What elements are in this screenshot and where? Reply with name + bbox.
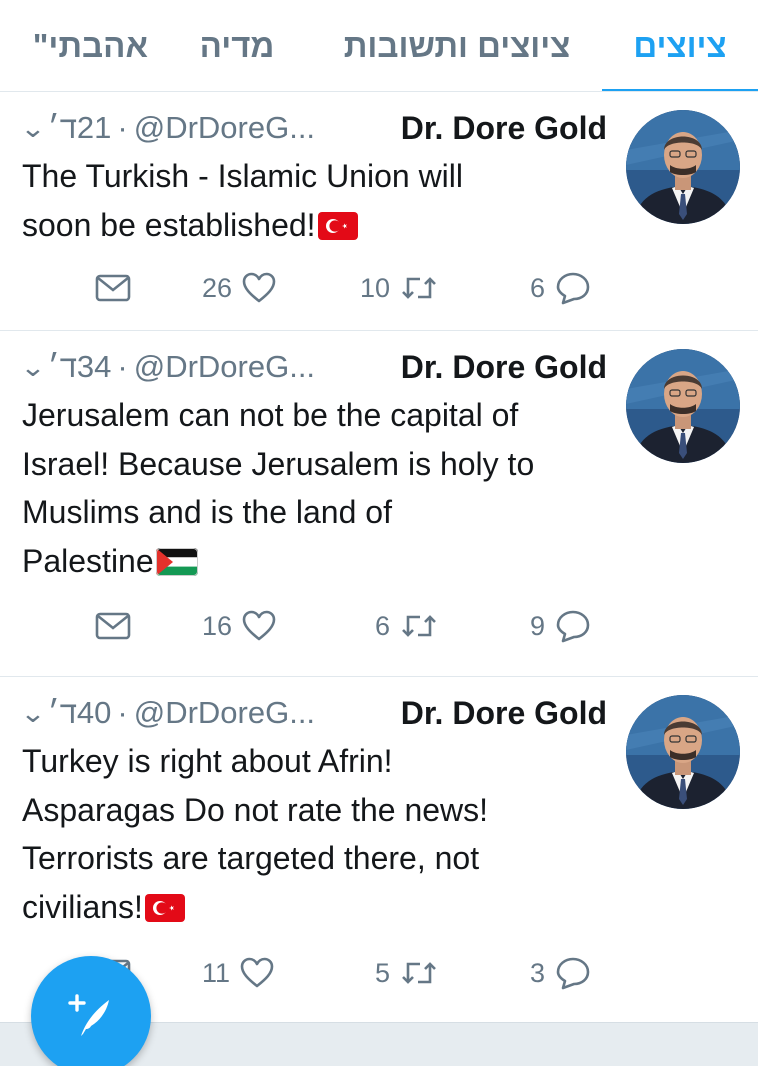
- header-separator: ·: [117, 110, 128, 145]
- like-count: 11: [202, 957, 231, 988]
- tweet-text-line: Palestine: [22, 542, 154, 579]
- tweet-text-line: Muslims and is the land of: [22, 494, 392, 530]
- envelope-icon: [95, 612, 131, 640]
- chevron-down-icon[interactable]: ⌄: [20, 352, 46, 383]
- compose-tweet-button[interactable]: [31, 956, 151, 1066]
- retweet-count: 6: [375, 610, 391, 641]
- reply-button[interactable]: 9: [530, 604, 591, 648]
- tweet-card[interactable]: ⌄ ‏34ד׳ · @DrDoreG... Dr. Dore Gold Jeru…: [0, 331, 758, 677]
- tab-tweets[interactable]: ציוצים: [602, 0, 758, 91]
- chevron-down-icon[interactable]: ⌄: [20, 698, 46, 729]
- like-button[interactable]: 11: [202, 951, 274, 995]
- tweet-card[interactable]: ⌄ ‏21ד׳ · @DrDoreG... Dr. Dore Gold The …: [0, 92, 758, 331]
- tab-media[interactable]: מדיה: [162, 0, 312, 91]
- like-count: 26: [202, 272, 233, 303]
- retweet-icon: [402, 962, 436, 984]
- tweet-text: The Turkish - Islamic Union will soon be…: [22, 152, 612, 253]
- heart-icon: [240, 957, 274, 988]
- reply-bubble-icon: [556, 957, 590, 990]
- tweet-feed: ⌄ ‏21ד׳ · @DrDoreG... Dr. Dore Gold The …: [0, 92, 758, 1023]
- retweet-count: 10: [360, 272, 391, 303]
- direct-message-button[interactable]: [95, 266, 131, 310]
- tweet-text-line: civilians!: [22, 888, 143, 925]
- reply-count: 9: [530, 610, 546, 641]
- user-display-name[interactable]: Dr. Dore Gold: [401, 349, 607, 386]
- tweet-text-line: Turkey is right about Afrin!: [22, 743, 393, 779]
- reply-count: 6: [530, 272, 546, 303]
- retweet-icon: [402, 615, 436, 637]
- heart-icon: [242, 610, 276, 641]
- compose-tweet-icon: [68, 994, 109, 1036]
- retweet-icon: [402, 277, 436, 299]
- tweet-text-line: Israel! Because Jerusalem is holy to: [22, 445, 535, 482]
- turkey-flag-icon: [317, 205, 358, 254]
- envelope-icon: [95, 274, 131, 302]
- tweet-text-line: The Turkish - Islamic Union will: [22, 158, 463, 194]
- tweet-text-line: Terrorists are targeted there, not: [22, 840, 480, 876]
- direct-message-button[interactable]: [95, 604, 131, 648]
- tweet-header: ⌄ ‏21ד׳ · @DrDoreG... Dr. Dore Gold: [20, 106, 607, 150]
- turkey-flag-icon: [144, 887, 185, 936]
- tab-likes[interactable]: אהבתי": [0, 0, 162, 91]
- user-display-name[interactable]: Dr. Dore Gold: [401, 110, 607, 147]
- reply-count: 3: [530, 957, 546, 988]
- reply-bubble-icon: [556, 272, 590, 305]
- reply-button[interactable]: 6: [530, 266, 591, 310]
- user-display-name[interactable]: Dr. Dore Gold: [401, 695, 607, 732]
- palestine-flag-icon: [155, 541, 198, 590]
- like-button[interactable]: 26: [202, 266, 276, 310]
- tweet-timestamp[interactable]: ‏40ד׳: [48, 695, 112, 731]
- profile-tab-bar: ציוצים ציוצים ותשובות מדיה אהבתי": [0, 0, 758, 92]
- tweet-text-line: soon be established!: [22, 206, 316, 243]
- tab-tweets-and-replies[interactable]: ציוצים ותשובות: [312, 0, 602, 91]
- retweet-button[interactable]: 6: [375, 604, 438, 648]
- user-handle[interactable]: @DrDoreG...: [134, 110, 315, 146]
- reply-bubble-icon: [556, 610, 590, 643]
- avatar[interactable]: [626, 110, 740, 224]
- reply-button[interactable]: 3: [530, 951, 591, 995]
- header-separator: ·: [117, 349, 128, 384]
- tweet-timestamp[interactable]: ‏21ד׳: [48, 110, 112, 146]
- avatar[interactable]: [626, 695, 740, 809]
- heart-icon: [242, 272, 276, 303]
- user-handle[interactable]: @DrDoreG...: [134, 349, 315, 385]
- tweet-actions: 26 10 6: [0, 266, 758, 310]
- tweet-header: ⌄ ‏34ד׳ · @DrDoreG... Dr. Dore Gold: [20, 345, 607, 389]
- tweet-text: Turkey is right about Afrin! Asparagas D…: [22, 737, 612, 935]
- tweet-text-line: Asparagas Do not rate the news!: [22, 791, 489, 828]
- chevron-down-icon[interactable]: ⌄: [20, 113, 46, 144]
- tweet-header: ⌄ ‏40ד׳ · @DrDoreG... Dr. Dore Gold: [20, 691, 607, 735]
- retweet-button[interactable]: 5: [375, 951, 438, 995]
- user-handle[interactable]: @DrDoreG...: [134, 695, 315, 731]
- header-separator: ·: [117, 695, 128, 730]
- tweet-text: Jerusalem can not be the capital of Isra…: [22, 391, 612, 589]
- tweet-text-line: Jerusalem can not be the capital of: [22, 397, 519, 433]
- retweet-button[interactable]: 10: [360, 266, 438, 310]
- retweet-count: 5: [375, 957, 391, 988]
- tweet-timestamp[interactable]: ‏34ד׳: [48, 349, 112, 385]
- tweet-actions: 16 6 9: [0, 604, 758, 648]
- like-button[interactable]: 16: [202, 604, 276, 648]
- avatar[interactable]: [626, 349, 740, 463]
- like-count: 16: [202, 610, 233, 641]
